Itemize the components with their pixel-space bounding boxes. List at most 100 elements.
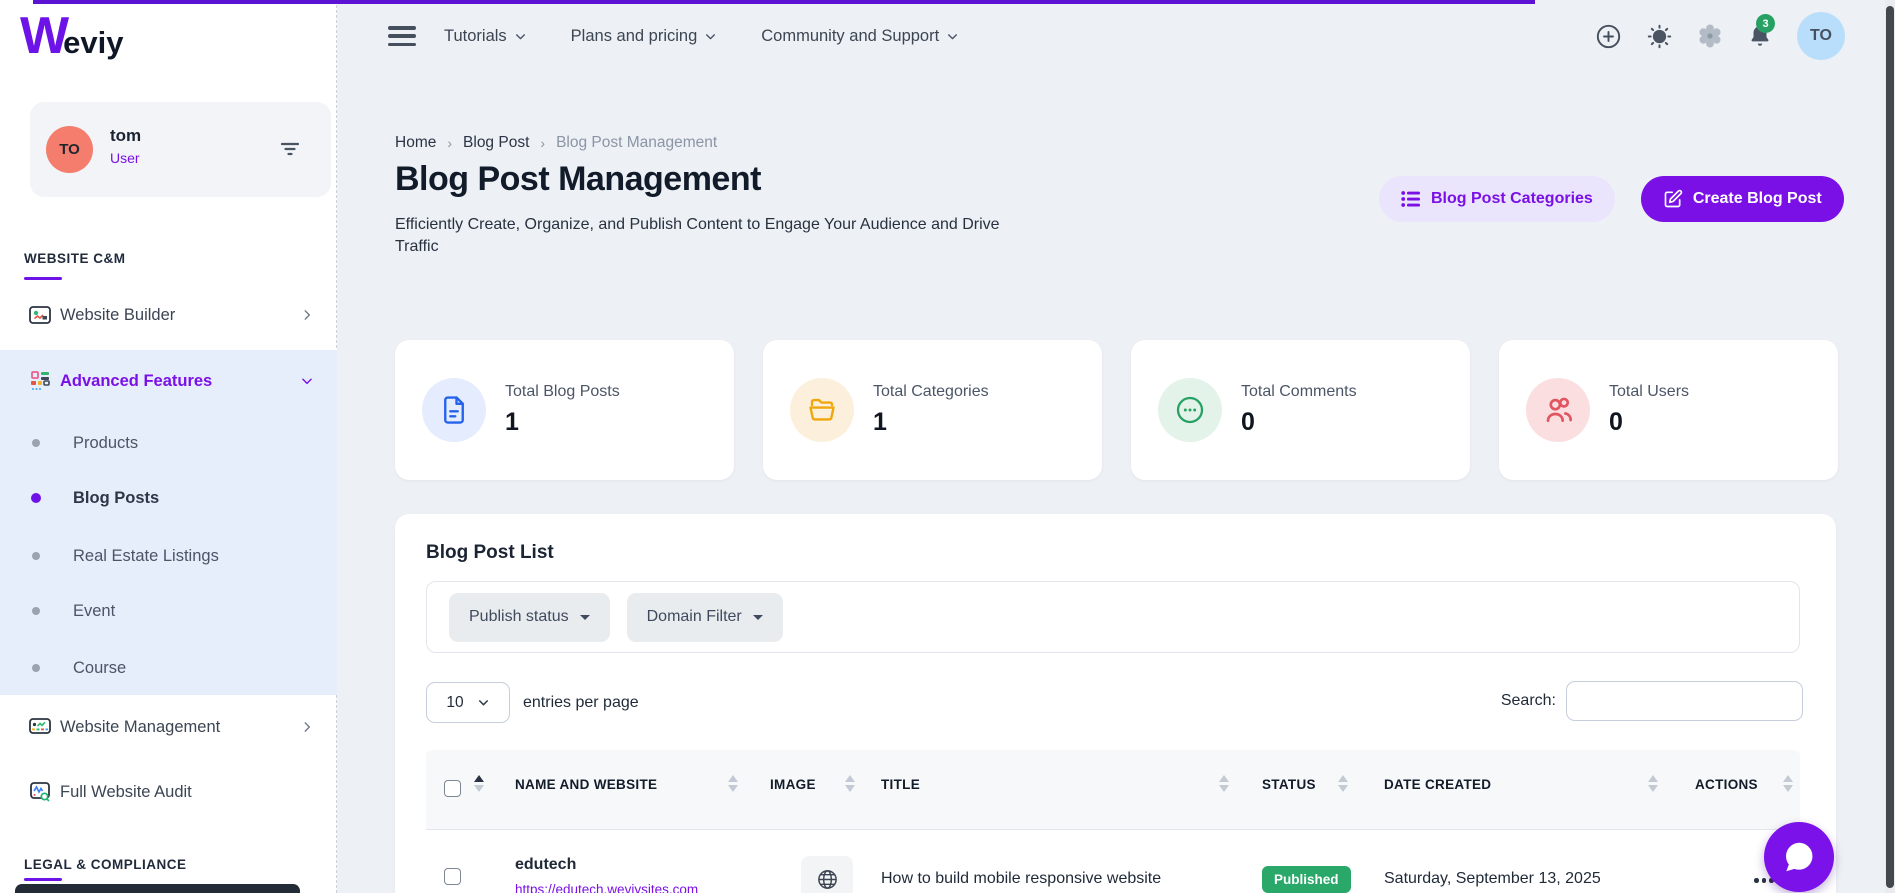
user-role: User [110, 150, 140, 166]
bullet-icon-active [31, 493, 41, 503]
subitem-label: Blog Posts [73, 489, 159, 508]
website-management-icon [28, 715, 52, 739]
column-name-and-website[interactable]: NAME AND WEBSITE [515, 777, 657, 792]
website-builder-icon [28, 303, 52, 327]
per-page-value: 10 [446, 694, 463, 712]
section-website-cm: WEBSITE C&M [24, 251, 126, 266]
row-site-link[interactable]: https://edutech.weviysites.com [515, 882, 698, 893]
column-date-created[interactable]: DATE CREATED [1384, 777, 1491, 792]
stat-label: Total Users [1609, 383, 1689, 401]
search-input[interactable] [1566, 681, 1803, 721]
comment-icon [1158, 378, 1222, 442]
user-name: tom [110, 126, 141, 146]
breadcrumb: Home › Blog Post › Blog Post Management [395, 134, 717, 152]
document-icon [422, 378, 486, 442]
stat-card-total-categories: Total Categories 1 [763, 340, 1102, 480]
entries-per-page: 10 entries per page [426, 682, 639, 723]
column-image[interactable]: IMAGE [770, 777, 816, 792]
notifications-bell-icon[interactable]: 3 [1747, 23, 1773, 49]
row-site-name: edutech [515, 856, 576, 874]
settings-gear-icon[interactable] [1697, 23, 1723, 49]
sidebar-subitem-products[interactable]: Products [0, 425, 337, 461]
row-image-thumbnail [801, 856, 853, 893]
button-label: Create Blog Post [1693, 190, 1822, 208]
user-menu-filter-icon[interactable] [279, 140, 301, 163]
folder-icon [790, 378, 854, 442]
select-all-checkbox[interactable] [444, 780, 461, 797]
nav-tutorials[interactable]: Tutorials [444, 27, 527, 46]
table-search: Search: [1501, 681, 1803, 721]
sidebar-subitem-blog-posts[interactable]: Blog Posts [0, 480, 337, 516]
sidebar-subitem-course[interactable]: Course [0, 650, 337, 686]
stat-value: 1 [873, 408, 887, 437]
sort-icons[interactable] [1219, 775, 1229, 792]
dropdown-label: Domain Filter [647, 608, 742, 626]
scrollbar-thumb[interactable] [1886, 6, 1894, 888]
section-legal-compliance: LEGAL & COMPLIANCE [24, 857, 187, 872]
stat-value: 0 [1241, 408, 1255, 437]
nav-plans-and-pricing[interactable]: Plans and pricing [571, 27, 718, 46]
chevron-down-icon [300, 374, 314, 388]
add-new-icon[interactable] [1595, 23, 1622, 50]
hamburger-menu-icon[interactable] [388, 26, 416, 46]
blog-post-list-panel: Blog Post List Publish status Domain Fil… [395, 514, 1836, 893]
column-actions[interactable]: ACTIONS [1695, 777, 1758, 792]
theme-brightness-icon[interactable] [1646, 23, 1673, 50]
subitem-label: Event [73, 602, 115, 621]
advanced-features-icon [28, 369, 52, 393]
sort-icons[interactable] [1648, 775, 1658, 792]
row-checkbox[interactable] [444, 868, 461, 885]
column-title[interactable]: TITLE [881, 777, 920, 792]
stat-value: 1 [505, 408, 519, 437]
breadcrumb-separator: › [540, 135, 545, 151]
domain-filter-dropdown[interactable]: Domain Filter [627, 593, 783, 642]
table-header: NAME AND WEBSITE IMAGE TITLE STATUS DATE… [426, 750, 1800, 830]
stats-row: Total Blog Posts 1 Total Categories 1 To… [395, 340, 1838, 480]
sidebar-item-full-website-audit[interactable]: Full Website Audit [0, 769, 337, 815]
sidebar-bottom-panel-edge [15, 884, 300, 893]
per-page-select[interactable]: 10 [426, 682, 510, 723]
sort-icons[interactable] [728, 775, 738, 792]
user-avatar: TO [46, 126, 93, 173]
column-status[interactable]: STATUS [1262, 777, 1316, 792]
search-label: Search: [1501, 692, 1556, 710]
sidebar-item-advanced-features[interactable]: Advanced Features [0, 350, 337, 412]
create-blog-post-button[interactable]: Create Blog Post [1641, 176, 1844, 222]
sidebar-item-website-builder[interactable]: Website Builder [0, 292, 337, 338]
nav-community-and-support[interactable]: Community and Support [761, 27, 959, 46]
breadcrumb-home[interactable]: Home [395, 134, 436, 152]
stat-card-total-blog-posts: Total Blog Posts 1 [395, 340, 734, 480]
dropdown-label: Publish status [469, 608, 569, 626]
stat-card-total-comments: Total Comments 0 [1131, 340, 1470, 480]
weviy-logo[interactable]: W eviy [20, 6, 123, 66]
stat-label: Total Categories [873, 383, 989, 401]
chevron-down-icon [477, 696, 490, 709]
top-icon-group: 3 TO [1595, 0, 1845, 72]
users-icon [1526, 378, 1590, 442]
chat-bubble-icon [1780, 838, 1818, 876]
caret-down-icon [753, 615, 763, 620]
caret-down-icon [580, 615, 590, 620]
account-avatar[interactable]: TO [1797, 12, 1845, 60]
logo-mark: W [20, 6, 66, 66]
page-subtitle: Efficiently Create, Organize, and Publis… [395, 214, 1007, 259]
section-underline [24, 878, 62, 881]
breadcrumb-separator: › [447, 135, 452, 151]
chat-widget-button[interactable] [1764, 822, 1834, 892]
notification-count-badge: 3 [1756, 14, 1775, 33]
sort-icons[interactable] [845, 775, 855, 792]
blog-post-categories-button[interactable]: Blog Post Categories [1379, 176, 1615, 222]
sidebar-subitem-event[interactable]: Event [0, 593, 337, 629]
publish-status-dropdown[interactable]: Publish status [449, 593, 610, 642]
logo-text: eviy [63, 25, 123, 61]
sidebar-subitem-real-estate-listings[interactable]: Real Estate Listings [0, 538, 337, 574]
sidebar-item-label: Full Website Audit [60, 783, 192, 802]
sidebar-item-website-management[interactable]: Website Management [0, 704, 337, 750]
edit-icon [1663, 189, 1683, 209]
breadcrumb-blog-post[interactable]: Blog Post [463, 134, 529, 152]
button-label: Blog Post Categories [1431, 190, 1593, 208]
sort-icons[interactable] [1783, 775, 1793, 792]
sort-icons-select[interactable] [474, 775, 484, 792]
per-page-label: entries per page [523, 694, 639, 712]
sort-icons[interactable] [1338, 775, 1348, 792]
